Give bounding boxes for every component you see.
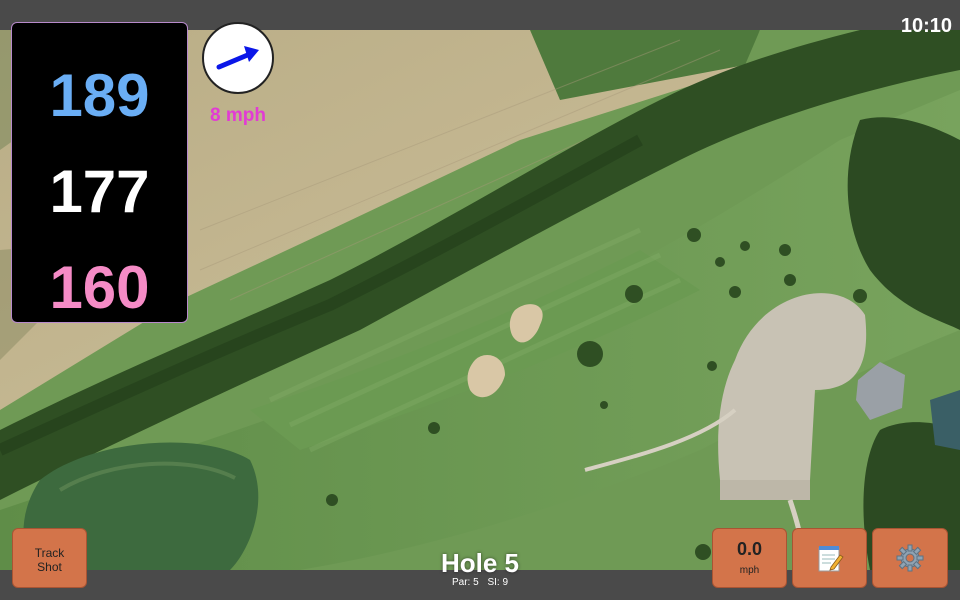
speed-unit: mph — [739, 565, 760, 576]
speed-value: 0.0 — [736, 539, 763, 559]
back-distance: 189 — [49, 62, 150, 129]
settings-button[interactable] — [872, 528, 948, 588]
speed-button[interactable]: 0.0 mph — [712, 528, 787, 588]
clock: 10:10 — [900, 15, 952, 37]
hole-info: Par: 5 SI: 9 — [380, 577, 580, 589]
track-shot-label-line2: Shot — [37, 560, 62, 574]
distance-panel: 189 177 160 — [11, 22, 188, 323]
notepad-icon — [818, 546, 844, 572]
track-shot-label-line1: Track — [34, 546, 65, 560]
stroke-index-label: SI: 9 — [487, 577, 509, 588]
gear-icon — [896, 544, 924, 572]
front-distance: 160 — [49, 254, 150, 321]
middle-distance: 177 — [49, 158, 150, 225]
wind-indicator — [202, 22, 274, 94]
hole-title: Hole 5 — [440, 548, 520, 578]
par-label: Par: 5 — [451, 577, 479, 588]
wind-speed: 8 mph — [210, 105, 266, 126]
track-shot-button[interactable]: Track Shot — [12, 528, 87, 588]
wind-direction-arrow-icon — [216, 46, 259, 70]
notes-button[interactable] — [792, 528, 867, 588]
